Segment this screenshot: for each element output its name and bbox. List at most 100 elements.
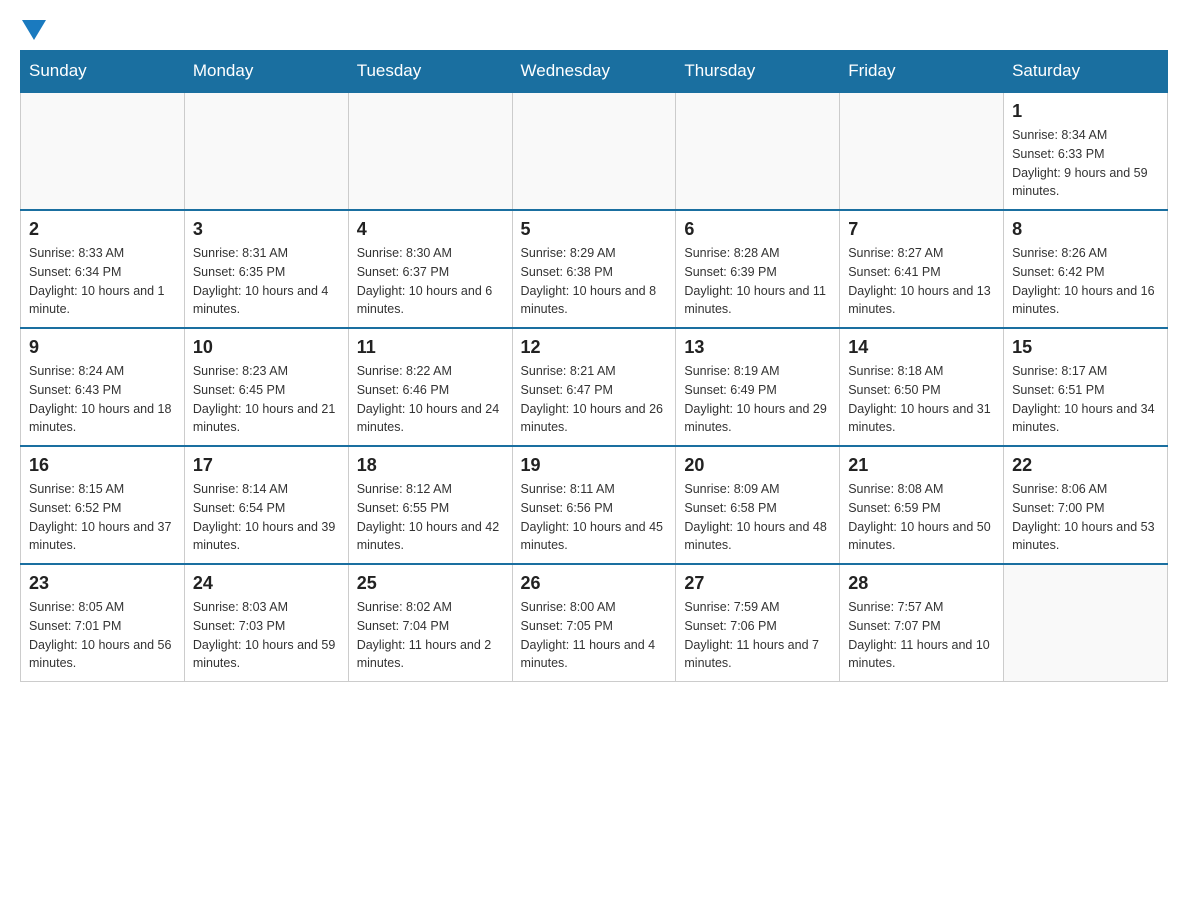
calendar-table: SundayMondayTuesdayWednesdayThursdayFrid… [20,50,1168,682]
day-info: Sunrise: 8:23 AM Sunset: 6:45 PM Dayligh… [193,362,340,437]
calendar-cell: 6Sunrise: 8:28 AM Sunset: 6:39 PM Daylig… [676,210,840,328]
calendar-cell: 16 Sunrise: 8:15 AM Sunset: 6:52 PM Dayli… [21,446,185,564]
calendar-cell: 5 Sunrise: 8:29 AM Sunset: 6:38 PM Daylig… [512,210,676,328]
calendar-cell: 1 Sunrise: 8:34 AM Sunset: 6:33 PM Daylig… [1004,92,1168,210]
day-number: 26 [521,573,668,594]
day-number: 1 [1012,101,1159,122]
day-info: Sunrise: 8:28 AM Sunset: 6:39 PM Dayligh… [684,244,831,319]
day-number: 28 [848,573,995,594]
day-info: Sunrise: 8:17 AM Sunset: 6:51 PM Dayligh… [1012,362,1159,437]
calendar-cell [348,92,512,210]
day-info: Sunrise: 8:02 AM Sunset: 7:04 PM Dayligh… [357,598,504,673]
calendar-cell: 20 Sunrise: 8:09 AM Sunset: 6:58 PM Dayli… [676,446,840,564]
calendar-cell: 2 Sunrise: 8:33 AM Sunset: 6:34 PM Daylig… [21,210,185,328]
calendar-cell: 28 Sunrise: 7:57 AM Sunset: 7:07 PM Dayli… [840,564,1004,682]
day-info: Sunrise: 8:19 AM Sunset: 6:49 PM Dayligh… [684,362,831,437]
day-info: Sunrise: 8:14 AM Sunset: 6:54 PM Dayligh… [193,480,340,555]
day-info: Sunrise: 8:21 AM Sunset: 6:47 PM Dayligh… [521,362,668,437]
day-number: 5 [521,219,668,240]
day-info: Sunrise: 8:27 AM Sunset: 6:41 PM Dayligh… [848,244,995,319]
weekday-header-tuesday: Tuesday [348,51,512,93]
day-number: 2 [29,219,176,240]
day-info: Sunrise: 8:08 AM Sunset: 6:59 PM Dayligh… [848,480,995,555]
day-info: Sunrise: 8:00 AM Sunset: 7:05 PM Dayligh… [521,598,668,673]
day-number: 7 [848,219,995,240]
day-number: 10 [193,337,340,358]
day-info: Sunrise: 8:33 AM Sunset: 6:34 PM Dayligh… [29,244,176,319]
calendar-cell [840,92,1004,210]
day-info: Sunrise: 8:26 AM Sunset: 6:42 PM Dayligh… [1012,244,1159,319]
calendar-cell: 12 Sunrise: 8:21 AM Sunset: 6:47 PM Dayli… [512,328,676,446]
day-info: Sunrise: 8:12 AM Sunset: 6:55 PM Dayligh… [357,480,504,555]
calendar-cell: 11 Sunrise: 8:22 AM Sunset: 6:46 PM Dayli… [348,328,512,446]
day-info: Sunrise: 8:15 AM Sunset: 6:52 PM Dayligh… [29,480,176,555]
day-number: 13 [684,337,831,358]
day-number: 27 [684,573,831,594]
calendar-cell [1004,564,1168,682]
day-info: Sunrise: 8:09 AM Sunset: 6:58 PM Dayligh… [684,480,831,555]
day-info: Sunrise: 8:24 AM Sunset: 6:43 PM Dayligh… [29,362,176,437]
calendar-cell: 8 Sunrise: 8:26 AM Sunset: 6:42 PM Daylig… [1004,210,1168,328]
day-number: 11 [357,337,504,358]
calendar-cell: 13 Sunrise: 8:19 AM Sunset: 6:49 PM Dayli… [676,328,840,446]
day-number: 17 [193,455,340,476]
day-info: Sunrise: 8:03 AM Sunset: 7:03 PM Dayligh… [193,598,340,673]
day-number: 3 [193,219,340,240]
day-info: Sunrise: 8:30 AM Sunset: 6:37 PM Dayligh… [357,244,504,319]
day-number: 23 [29,573,176,594]
calendar-header-row: SundayMondayTuesdayWednesdayThursdayFrid… [21,51,1168,93]
page-header [20,20,1168,40]
weekday-header-wednesday: Wednesday [512,51,676,93]
day-number: 4 [357,219,504,240]
calendar-cell: 27Sunrise: 7:59 AM Sunset: 7:06 PM Dayli… [676,564,840,682]
calendar-cell: 4 Sunrise: 8:30 AM Sunset: 6:37 PM Daylig… [348,210,512,328]
calendar-cell: 18Sunrise: 8:12 AM Sunset: 6:55 PM Dayli… [348,446,512,564]
day-number: 8 [1012,219,1159,240]
day-number: 16 [29,455,176,476]
calendar-cell: 24 Sunrise: 8:03 AM Sunset: 7:03 PM Dayli… [184,564,348,682]
day-info: Sunrise: 8:34 AM Sunset: 6:33 PM Dayligh… [1012,126,1159,201]
calendar-cell: 19 Sunrise: 8:11 AM Sunset: 6:56 PM Dayli… [512,446,676,564]
day-info: Sunrise: 8:06 AM Sunset: 7:00 PM Dayligh… [1012,480,1159,555]
calendar-cell: 7 Sunrise: 8:27 AM Sunset: 6:41 PM Daylig… [840,210,1004,328]
weekday-header-thursday: Thursday [676,51,840,93]
calendar-cell: 10 Sunrise: 8:23 AM Sunset: 6:45 PM Dayli… [184,328,348,446]
day-info: Sunrise: 8:11 AM Sunset: 6:56 PM Dayligh… [521,480,668,555]
calendar-cell: 17 Sunrise: 8:14 AM Sunset: 6:54 PM Dayli… [184,446,348,564]
day-number: 20 [684,455,831,476]
day-info: Sunrise: 8:05 AM Sunset: 7:01 PM Dayligh… [29,598,176,673]
day-number: 14 [848,337,995,358]
day-info: Sunrise: 8:29 AM Sunset: 6:38 PM Dayligh… [521,244,668,319]
day-number: 21 [848,455,995,476]
calendar-cell: 9 Sunrise: 8:24 AM Sunset: 6:43 PM Daylig… [21,328,185,446]
calendar-cell [676,92,840,210]
calendar-cell: 22 Sunrise: 8:06 AM Sunset: 7:00 PM Dayli… [1004,446,1168,564]
day-info: Sunrise: 8:22 AM Sunset: 6:46 PM Dayligh… [357,362,504,437]
day-number: 9 [29,337,176,358]
day-info: Sunrise: 8:31 AM Sunset: 6:35 PM Dayligh… [193,244,340,319]
weekday-header-friday: Friday [840,51,1004,93]
day-number: 22 [1012,455,1159,476]
day-info: Sunrise: 8:18 AM Sunset: 6:50 PM Dayligh… [848,362,995,437]
weekday-header-monday: Monday [184,51,348,93]
day-number: 25 [357,573,504,594]
calendar-cell: 23 Sunrise: 8:05 AM Sunset: 7:01 PM Dayli… [21,564,185,682]
calendar-cell [21,92,185,210]
day-number: 15 [1012,337,1159,358]
weekday-header-saturday: Saturday [1004,51,1168,93]
day-number: 12 [521,337,668,358]
logo-triangle-icon [22,20,46,40]
weekday-header-sunday: Sunday [21,51,185,93]
calendar-cell: 21 Sunrise: 8:08 AM Sunset: 6:59 PM Dayli… [840,446,1004,564]
week-row-1: 1 Sunrise: 8:34 AM Sunset: 6:33 PM Daylig… [21,92,1168,210]
day-number: 24 [193,573,340,594]
calendar-cell: 14 Sunrise: 8:18 AM Sunset: 6:50 PM Dayli… [840,328,1004,446]
calendar-cell: 25 Sunrise: 8:02 AM Sunset: 7:04 PM Dayli… [348,564,512,682]
week-row-5: 23 Sunrise: 8:05 AM Sunset: 7:01 PM Dayli… [21,564,1168,682]
week-row-4: 16 Sunrise: 8:15 AM Sunset: 6:52 PM Dayli… [21,446,1168,564]
day-info: Sunrise: 7:57 AM Sunset: 7:07 PM Dayligh… [848,598,995,673]
calendar-cell: 3 Sunrise: 8:31 AM Sunset: 6:35 PM Daylig… [184,210,348,328]
week-row-3: 9 Sunrise: 8:24 AM Sunset: 6:43 PM Daylig… [21,328,1168,446]
calendar-cell: 15 Sunrise: 8:17 AM Sunset: 6:51 PM Dayli… [1004,328,1168,446]
day-number: 19 [521,455,668,476]
